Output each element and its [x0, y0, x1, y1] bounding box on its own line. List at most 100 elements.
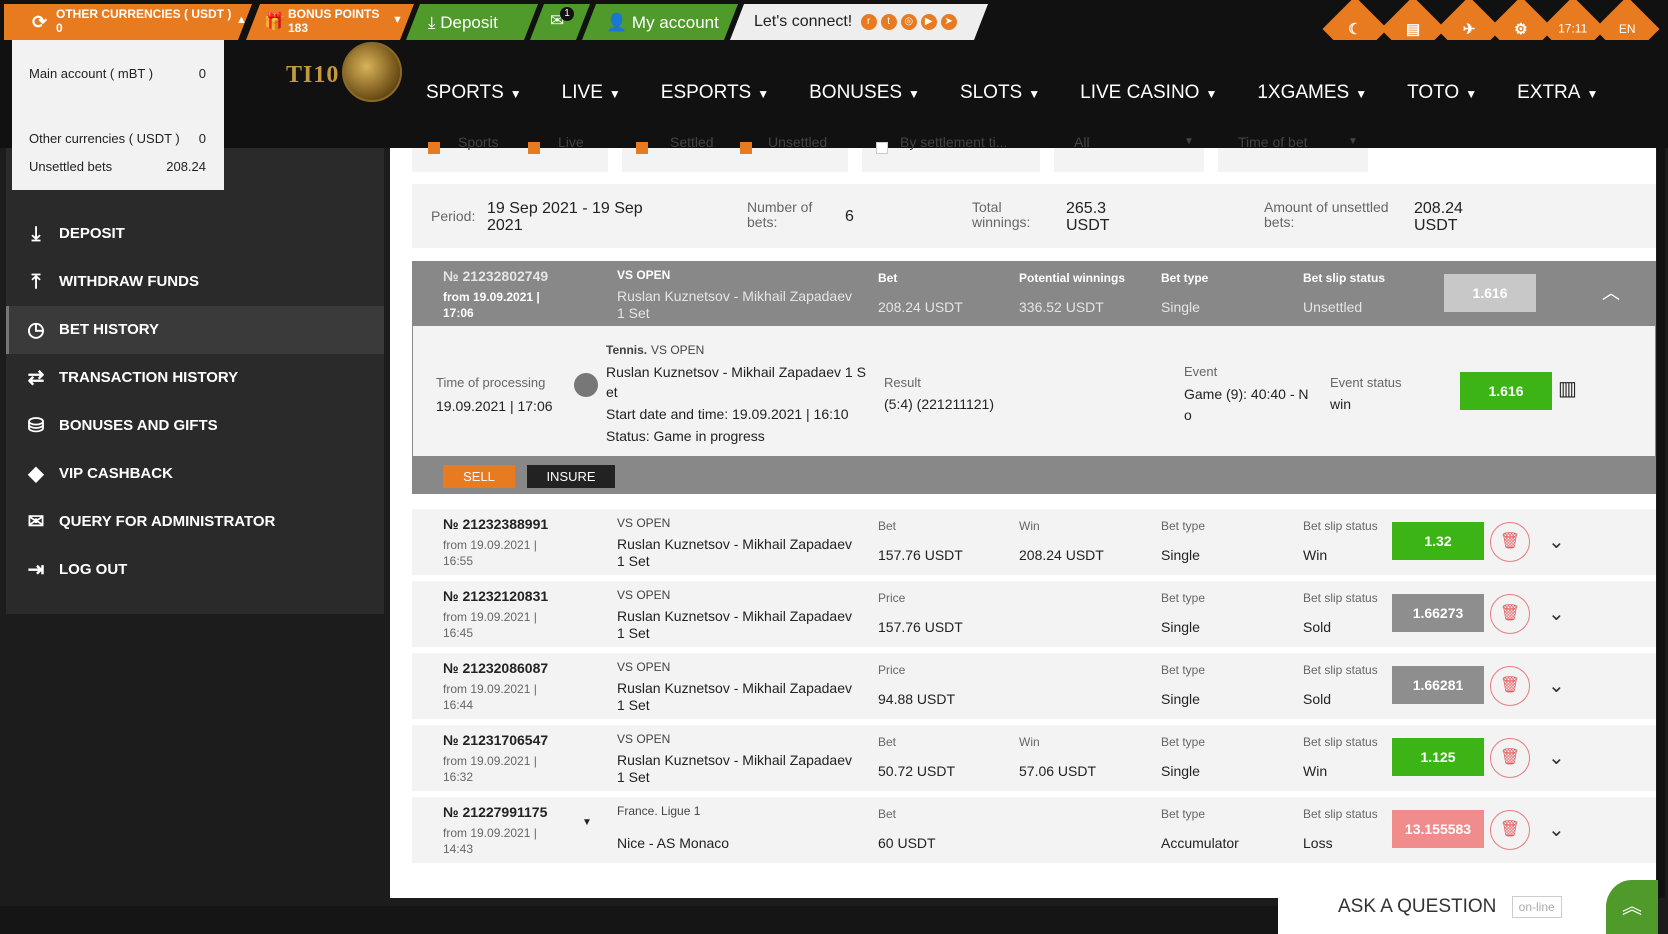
other-currencies-row[interactable]: Other currencies ( USDT ) 0 — [29, 131, 206, 146]
sidebar-item-bet-history[interactable]: ◷ BET HISTORY — [6, 306, 384, 354]
bet-row[interactable]: № 21231706547 from 19.09.2021 | 16:32 VS… — [412, 725, 1656, 791]
instagram-icon[interactable]: ◎ — [901, 14, 917, 30]
unsettled-label: Unsettled bets — [29, 159, 113, 174]
insure-button[interactable]: INSURE — [527, 465, 615, 488]
delete-icon[interactable]: 🗑 — [1490, 738, 1530, 778]
reddit-icon[interactable]: r — [861, 14, 877, 30]
potential-winnings-label: Potential winnings — [1019, 271, 1126, 285]
logout-icon: ⇥ — [27, 559, 45, 581]
sidebar-item-withdraw[interactable]: ⤒ WITHDRAW FUNDS — [6, 258, 384, 306]
delete-icon[interactable]: 🗑 — [1490, 594, 1530, 634]
delete-icon[interactable]: 🗑 — [1490, 666, 1530, 706]
nav-bonuses[interactable]: BONUSES ▼ — [809, 82, 920, 104]
bet-tournament: VS OPEN — [617, 732, 671, 746]
nav-live[interactable]: LIVE ▼ — [562, 82, 621, 104]
filter-settled: Settled Unsettled — [622, 135, 848, 172]
bet-type-value: Single — [1161, 619, 1200, 635]
nav-extra[interactable]: EXTRA ▼ — [1517, 82, 1598, 104]
messages-button[interactable]: ✉ 1 — [530, 4, 590, 40]
sidebar-item-vip-cashback[interactable]: ◆ VIP CASHBACK — [6, 450, 384, 498]
sidebar-item-label: LOG OUT — [59, 561, 128, 578]
chevron-down-icon[interactable]: ⌄ — [1548, 745, 1565, 770]
bet-type-value: Single — [1161, 691, 1200, 707]
bet-row[interactable]: № 21232086087 from 19.09.2021 | 16:44 VS… — [412, 653, 1656, 719]
site-logo[interactable]: TI10 — [286, 42, 416, 108]
sidebar-item-transactions[interactable]: ⇄ TRANSACTION HISTORY — [6, 354, 384, 402]
event-status-value: win — [1330, 396, 1352, 412]
flame-icon: ☾ — [1348, 20, 1362, 38]
clock-icon: ◷ — [27, 319, 45, 341]
nav-1xgames[interactable]: 1XGAMES ▼ — [1257, 82, 1367, 104]
mail-badge: 1 — [560, 7, 574, 21]
sell-button[interactable]: SELL — [443, 465, 515, 488]
bet-number: № 21227991175 — [443, 804, 548, 820]
gear-icon: ⚙ — [1514, 20, 1528, 38]
bet-card-header[interactable]: № 21232802749 from 19.09.2021 | 17:06 VS… — [412, 261, 1656, 326]
bet-match: Ruslan Kuznetsov - Mikhail Zapadaev 1 Se… — [617, 680, 853, 713]
main-account-value: 0 — [198, 66, 206, 81]
bet-row[interactable]: № 21227991175 from 19.09.2021 | 14:43 ▼ … — [412, 797, 1656, 863]
other-currencies-label: Other currencies ( USDT ) — [29, 131, 180, 146]
bet-status-label: Bet slip status — [1303, 271, 1386, 285]
youtube-icon[interactable]: ▶ — [921, 14, 937, 30]
chevron-down-icon[interactable]: ⌄ — [1548, 601, 1565, 626]
bet-row[interactable]: № 21232388991 from 19.09.2021 | 16:55 VS… — [412, 509, 1656, 575]
my-account-button[interactable]: 👤 My account — [582, 4, 738, 40]
bet-match: Ruslan Kuznetsov - Mikhail Zapadaev 1 Se… — [617, 288, 853, 321]
event-label: Event — [1184, 364, 1218, 379]
other-currencies-button[interactable]: ⟳ OTHER CURRENCIES ( USDT ) 0 ▲ — [4, 4, 252, 40]
nav-toto[interactable]: TOTO ▼ — [1407, 82, 1477, 104]
delete-icon[interactable]: 🗑 — [1490, 522, 1530, 562]
chevron-down-icon: ▼ — [908, 87, 920, 101]
telegram-icon[interactable]: ➤ — [941, 14, 957, 30]
filter-by-settlement[interactable]: By settlement ti... — [862, 135, 1040, 172]
nav-slots[interactable]: SLOTS ▼ — [960, 82, 1040, 104]
nav-label: BONUSES — [809, 82, 903, 103]
nav-live-casino[interactable]: LIVE CASINO ▼ — [1080, 82, 1217, 104]
deposit-label: Deposit — [440, 13, 498, 32]
bet-amount-value: 157.76 USDT — [878, 547, 963, 563]
bet-row[interactable]: № 21232120831 from 19.09.2021 | 16:45 VS… — [412, 581, 1656, 647]
twitter-icon[interactable]: t — [881, 14, 897, 30]
bet-type-value: Single — [1161, 763, 1200, 779]
sidebar-item-logout[interactable]: ⇥ LOG OUT — [6, 546, 384, 594]
chevron-down-icon[interactable]: ⌄ — [1548, 529, 1565, 554]
nav-esports[interactable]: ESPORTS ▼ — [661, 82, 769, 104]
ask-question-widget[interactable]: ASK A QUESTION on-line ︽ — [1278, 880, 1658, 934]
chevron-down-icon: ▼ — [1028, 87, 1041, 101]
sidebar-item-label: BONUSES AND GIFTS — [59, 417, 218, 434]
chevron-up-icon[interactable]: ︽ — [1606, 880, 1658, 934]
filter-all-select[interactable]: All ▼ — [1054, 135, 1204, 172]
sidebar-item-bonuses[interactable]: ⛁ BONUSES AND GIFTS — [6, 402, 384, 450]
main-account-row[interactable]: Main account ( mBT ) 0 — [29, 66, 206, 81]
live-checkbox[interactable] — [528, 142, 540, 154]
bet-coefficient: 13.155583 — [1392, 810, 1484, 848]
chevron-down-icon[interactable]: ⌄ — [1548, 817, 1565, 842]
chevron-down-icon[interactable]: ⌄ — [1548, 673, 1565, 698]
statistics-icon[interactable]: ▥ — [1558, 376, 1577, 401]
scrollbar[interactable] — [1657, 148, 1665, 898]
sidebar-item-deposit[interactable]: ⤓ DEPOSIT — [6, 210, 384, 258]
delete-icon[interactable]: 🗑 — [1490, 810, 1530, 850]
online-badge: on-line — [1511, 896, 1562, 918]
sports-checkbox[interactable] — [428, 142, 440, 154]
bet-card-expanded: № 21232802749 from 19.09.2021 | 17:06 VS… — [412, 261, 1656, 494]
bonus-points-button[interactable]: 🎁 BONUS POINTS 183 ▼ — [246, 4, 414, 40]
settled-checkbox[interactable] — [636, 142, 648, 154]
settlement-checkbox[interactable] — [876, 142, 888, 154]
event-coefficient: 1.616 — [1460, 372, 1552, 410]
envelope-icon: ✉ — [27, 511, 45, 533]
chevron-up-icon[interactable]: ︿ — [1602, 279, 1620, 305]
caret-down-icon[interactable]: ▼ — [582, 817, 592, 828]
price-value: 94.88 USDT — [878, 691, 956, 707]
bet-amount-label: Bet — [878, 735, 897, 749]
nav-label: LIVE CASINO — [1080, 82, 1200, 103]
bet-amount-value: 208.24 USDT — [878, 299, 963, 315]
sidebar-item-query[interactable]: ✉ QUERY FOR ADMINISTRATOR — [6, 498, 384, 546]
unsettled-checkbox[interactable] — [740, 142, 752, 154]
deposit-button[interactable]: ⤓ Deposit — [406, 4, 538, 40]
nav-sports[interactable]: SPORTS ▼ — [426, 82, 522, 104]
filter-time-select[interactable]: Time of bet ▼ — [1218, 135, 1368, 172]
total-winnings-label: Total winnings: — [972, 199, 1031, 230]
filters-bar: Sports Live Settled Unsettled By settlem… — [410, 135, 1650, 172]
